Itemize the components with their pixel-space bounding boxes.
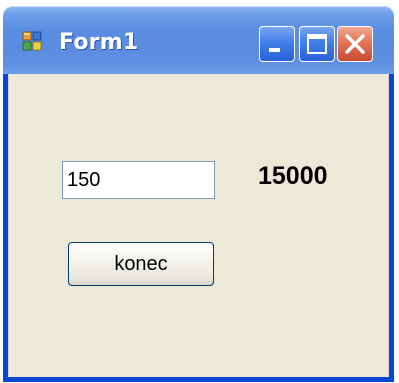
form1-window: Form1 15000 konec — [3, 6, 394, 382]
minimize-icon — [269, 48, 280, 52]
form-app-icon[interactable] — [22, 31, 42, 51]
window-title: Form1 — [59, 30, 139, 55]
close-button[interactable] — [337, 26, 373, 62]
minimize-button[interactable] — [259, 26, 295, 62]
maximize-button[interactable] — [299, 26, 335, 62]
konec-button[interactable]: konec — [68, 242, 214, 286]
number-input[interactable] — [62, 161, 215, 199]
close-icon — [345, 34, 365, 54]
result-label: 15000 — [258, 162, 328, 190]
title-bar[interactable]: Form1 — [3, 6, 394, 74]
maximize-icon — [307, 34, 327, 54]
form-client-area: 15000 konec — [8, 74, 389, 377]
